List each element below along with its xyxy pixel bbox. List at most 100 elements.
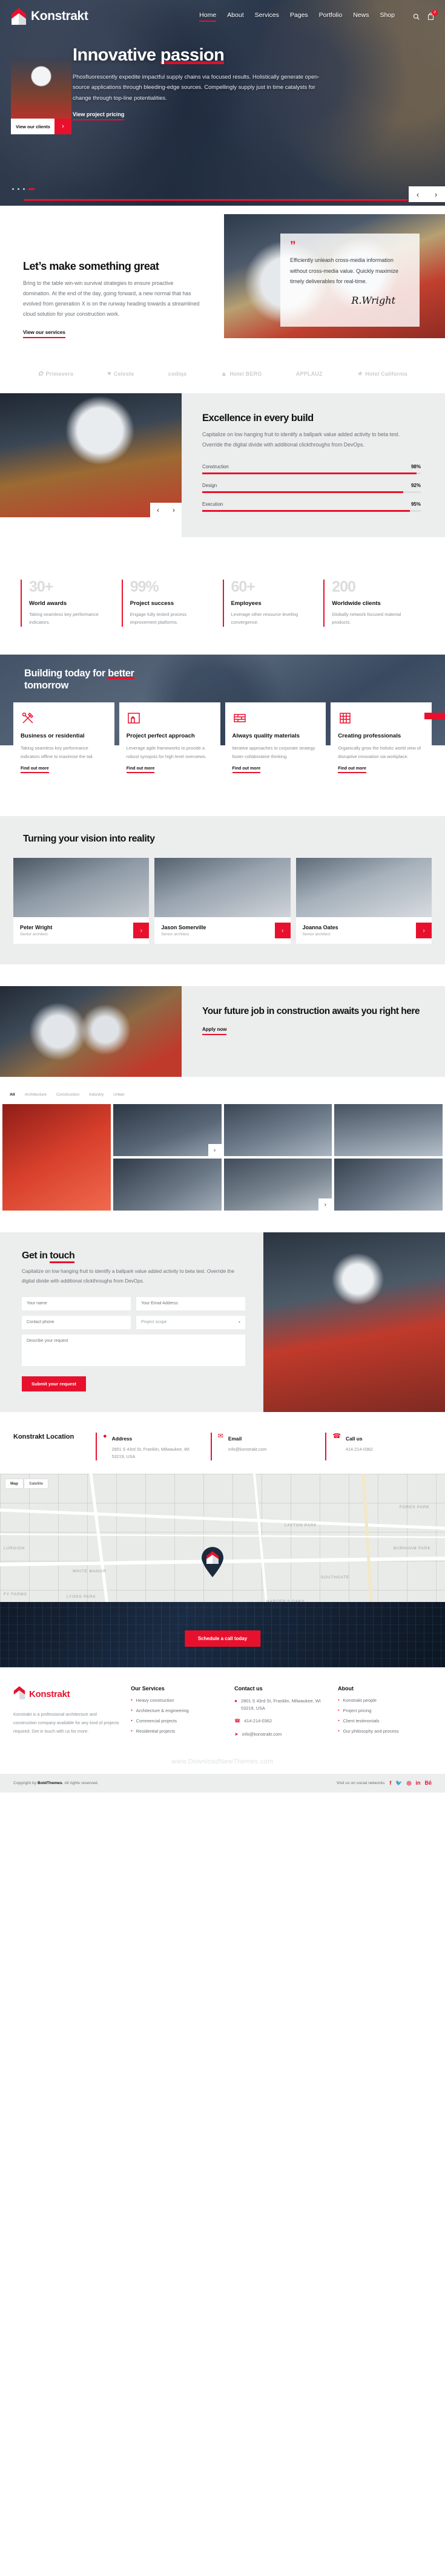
nav-item-news[interactable]: News (353, 11, 369, 22)
portfolio-filter-architecture[interactable]: Architecture (25, 1093, 47, 1097)
map-section[interactable]: Map Satellite LAYTON PARK WHITE MANOR SO… (0, 1474, 445, 1668)
footer-phone[interactable]: ☎ 414-214-0362 (234, 1718, 328, 1725)
stat-desc: Leverage other resource leveling converg… (231, 611, 298, 626)
client-logo-celeste[interactable]: ♥ Celeste (107, 370, 134, 378)
team-member-name: Jason Somerville (161, 924, 206, 930)
hero-next-arrow[interactable]: › (427, 186, 445, 202)
nav-item-shop[interactable]: Shop (380, 11, 395, 22)
excellence-section: ‹ › Excellence in every build Capitalize… (0, 393, 445, 555)
team-member-card[interactable]: Joanna Oates Senior architect › (295, 858, 432, 944)
stat-number: 60+ (231, 578, 255, 595)
client-logo-primavera[interactable]: ✿ Primavera (38, 370, 73, 378)
careers-apply-link[interactable]: Apply now (202, 1027, 227, 1036)
footer-link[interactable]: Heavy construction (131, 1698, 225, 1703)
portfolio-item[interactable] (223, 1104, 332, 1156)
about-services-link[interactable]: View our services (23, 329, 65, 339)
service-card[interactable]: Business or residential Taking seamless … (13, 702, 114, 783)
facebook-icon[interactable]: f (389, 1780, 391, 1787)
map-pin-icon: ● (234, 1698, 237, 1704)
location-item-value[interactable]: info@konstrakt.com (228, 1446, 267, 1453)
nav-item-pages[interactable]: Pages (290, 11, 308, 22)
portfolio-item[interactable] (334, 1104, 443, 1156)
client-logo-codiqa[interactable]: codiqa (168, 371, 186, 377)
excellence-next-arrow[interactable]: › (166, 503, 182, 517)
linkedin-icon[interactable]: in (415, 1780, 420, 1787)
portfolio-item-arrow[interactable]: › (318, 1198, 332, 1211)
footer-email[interactable]: ➤ info@konstrakt.com (234, 1731, 328, 1739)
portfolio-item[interactable]: › (223, 1159, 332, 1211)
hero-dot-3[interactable] (23, 188, 25, 190)
service-card-cta[interactable]: Find out more (126, 767, 155, 773)
services-section: Building today for better tomorrow Busin… (0, 654, 445, 785)
footer-link[interactable]: Our philosophy and process (338, 1728, 432, 1734)
footer-link[interactable]: Architecture & engineering (131, 1708, 225, 1713)
project-scope-select[interactable]: Project scope (136, 1315, 245, 1329)
client-logo-applauz[interactable]: APPLAUZ (296, 371, 323, 377)
hero-clients-arrow-button[interactable]: › (54, 119, 71, 134)
service-card[interactable]: Always quality materials Iterative appro… (225, 702, 326, 783)
shopping-bag-icon[interactable]: 0 (427, 10, 438, 20)
skill-bar-value: 92% (410, 482, 421, 488)
name-input[interactable] (22, 1296, 131, 1310)
contact-title-plain: Get in (22, 1250, 50, 1261)
portfolio-item[interactable] (2, 1104, 111, 1211)
portfolio-filter-urban[interactable]: Urban (113, 1093, 125, 1097)
portfolio-filter-all[interactable]: All (10, 1093, 15, 1097)
map-tab-satellite[interactable]: Satellite (24, 1479, 49, 1489)
hero-prev-arrow[interactable]: ‹ (409, 186, 427, 202)
search-icon[interactable] (413, 13, 420, 20)
service-card[interactable]: Project perfect approach Leverage agile … (119, 702, 220, 783)
submit-button[interactable]: Submit your request (22, 1376, 86, 1391)
footer-link[interactable]: Commercial projects (131, 1718, 225, 1724)
portfolio-item[interactable]: › (113, 1104, 222, 1156)
team-member-card[interactable]: Jason Somerville Senior architect › (154, 858, 291, 944)
portfolio-filter-construction[interactable]: Construction (56, 1093, 79, 1097)
client-logo-hotel-california[interactable]: ★ Hotel California (357, 370, 407, 378)
portfolio-filter-industry[interactable]: Industry (89, 1093, 104, 1097)
hero-dot-4-active[interactable] (28, 188, 35, 190)
email-input[interactable] (136, 1296, 245, 1310)
message-textarea[interactable] (22, 1334, 245, 1366)
hero-red-underline (24, 199, 407, 201)
footer-logo[interactable]: Konstrakt (13, 1685, 121, 1703)
footer-link[interactable]: Residential projects (131, 1728, 225, 1734)
stat-item: 30+ World awards Taking seamless key per… (21, 579, 122, 627)
stat-item: 60+ Employees Leverage other resource le… (222, 578, 324, 627)
copyright-bar: Copyright by BoldThemes. All rights rese… (0, 1774, 445, 1793)
location-pin-icon[interactable] (200, 1546, 225, 1578)
twitter-icon[interactable]: 🐦 (395, 1780, 402, 1787)
instagram-icon[interactable]: ◎ (407, 1780, 412, 1787)
stat-item: 99% Project success Engage fully tested … (121, 579, 223, 627)
nav-item-portfolio[interactable]: Portfolio (319, 11, 343, 22)
footer-link[interactable]: Konstrakt people (338, 1698, 432, 1703)
footer-link[interactable]: Project pricing (338, 1708, 432, 1713)
nav-item-services[interactable]: Services (255, 11, 279, 22)
map-tab-map[interactable]: Map (5, 1479, 24, 1489)
hero-dot-2[interactable] (18, 188, 19, 190)
nav-item-home[interactable]: Home (199, 11, 217, 22)
portfolio-item-arrow[interactable]: › (208, 1144, 222, 1156)
service-card[interactable]: Creating professionals Organically grow … (331, 702, 432, 783)
skill-bar-label: Execution (202, 501, 223, 507)
site-logo[interactable]: Konstrakt (11, 7, 88, 25)
schedule-call-button[interactable]: Schedule a call today (184, 1630, 261, 1647)
hero-dot-1[interactable] (12, 188, 14, 190)
footer-link[interactable]: Client testimonials (338, 1718, 432, 1724)
service-card-cta[interactable]: Find out more (21, 767, 49, 773)
location-item-value[interactable]: 414-214-0362 (346, 1446, 373, 1453)
team-member-arrow-button[interactable]: › (133, 923, 150, 938)
service-card-cta[interactable]: Find out more (232, 767, 261, 773)
team-member-arrow-button[interactable]: › (274, 923, 291, 938)
team-member-arrow-button[interactable]: › (415, 923, 432, 938)
behance-icon[interactable]: Bē (424, 1780, 432, 1787)
portfolio-item[interactable] (334, 1159, 443, 1211)
nav-item-about[interactable]: About (227, 11, 243, 22)
contact-title-underline: touch (50, 1250, 75, 1263)
service-card-cta[interactable]: Find out more (338, 767, 366, 773)
portfolio-item[interactable] (113, 1159, 222, 1211)
hero-pricing-link[interactable]: View project pricing (73, 111, 125, 121)
team-member-card[interactable]: Peter Wright Senior architect › (13, 858, 150, 944)
client-logo-hotel-berg[interactable]: ▲ Hotel BERG (220, 370, 262, 378)
excellence-prev-arrow[interactable]: ‹ (150, 503, 166, 517)
phone-input[interactable] (22, 1315, 131, 1329)
